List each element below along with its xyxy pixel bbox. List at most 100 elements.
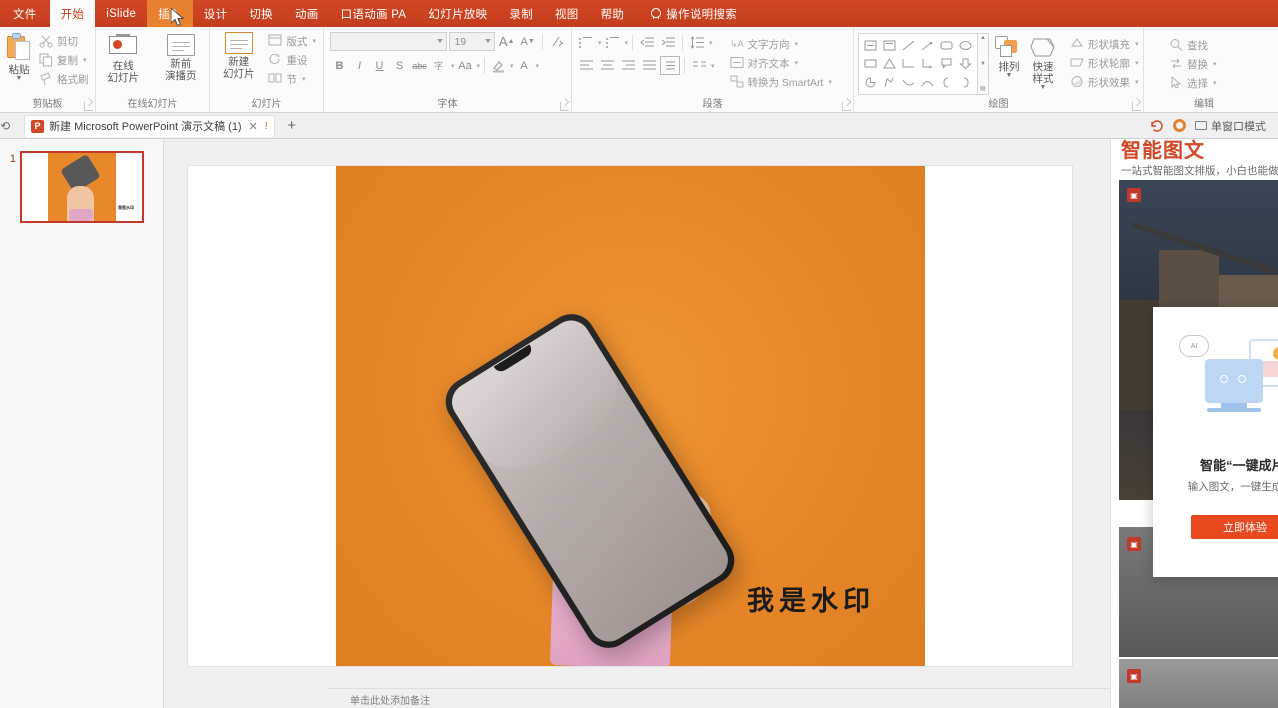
tab-islide[interactable]: iSlide — [95, 0, 147, 27]
text-direction-button[interactable]: ↳A 文字方向 ▾ — [727, 35, 835, 53]
shape-rectangle-icon[interactable] — [937, 36, 956, 55]
shape-elbow-connector-icon[interactable] — [899, 55, 918, 74]
decrease-indent-button[interactable] — [637, 33, 657, 52]
font-color-button[interactable]: A — [515, 56, 534, 75]
ai-video-popup[interactable]: AI 智能“一键成片” 输入图文，一键生成视频 立即体验 — [1153, 307, 1278, 577]
new-slide-button[interactable]: 新建 幻灯片 — [214, 30, 263, 80]
text-highlight-button[interactable] — [489, 56, 508, 75]
shapes-scrollbar[interactable]: ▲ ▼ ▤ — [978, 33, 989, 95]
shapes-more-icon[interactable]: ▤ — [980, 86, 986, 93]
panel-banner-image-3[interactable] — [1119, 659, 1278, 708]
align-text-button[interactable]: 对齐文本 ▾ — [727, 54, 835, 72]
new-tab-button[interactable]: + — [284, 117, 300, 134]
tab-record[interactable]: 录制 — [498, 0, 544, 27]
scroll-down-icon[interactable]: ▼ — [980, 61, 986, 68]
justify-button[interactable] — [639, 56, 659, 75]
slide-thumbnail-pane[interactable]: 1 我是水印 — [0, 139, 164, 708]
close-icon[interactable]: ✕ — [247, 120, 260, 133]
clipboard-dialog-launcher[interactable] — [84, 102, 93, 111]
shape-arc-icon[interactable] — [918, 73, 937, 92]
tab-insert[interactable]: 插入 — [147, 0, 193, 27]
tab-animations[interactable]: 动画 — [284, 0, 330, 27]
cut-button[interactable]: 剪切 — [36, 32, 92, 50]
slide-photo-object[interactable]: 我是水印 — [336, 166, 925, 666]
shape-down-arrow-icon[interactable] — [956, 55, 975, 74]
bold-button[interactable]: B — [330, 56, 349, 75]
tab-help[interactable]: 帮助 — [590, 0, 636, 27]
align-left-button[interactable] — [576, 56, 596, 75]
tell-me-search[interactable]: 操作说明搜索 — [635, 0, 748, 27]
clear-formatting-button[interactable] — [548, 32, 567, 51]
increase-indent-button[interactable] — [658, 33, 678, 52]
single-window-mode-button[interactable]: 单窗口模式 — [1195, 118, 1266, 134]
slide-thumbnail-1[interactable]: 我是水印 — [20, 151, 144, 223]
scroll-up-icon[interactable]: ▲ — [980, 35, 986, 42]
current-slide[interactable]: 我是水印 — [188, 166, 1072, 666]
shape-arrow-icon[interactable] — [918, 36, 937, 55]
new-presentation-page-button[interactable]: 新前 演播页 — [157, 32, 205, 82]
shape-fill-button[interactable]: 形状填充 ▾ — [1067, 35, 1142, 53]
tab-design[interactable]: 设计 — [193, 0, 239, 27]
tab-ai-animation[interactable]: 口语动画 PA — [330, 0, 418, 27]
slide-watermark-text[interactable]: 我是水印 — [747, 579, 875, 618]
paragraph-dialog-launcher[interactable] — [842, 102, 851, 111]
convert-to-smartart-button[interactable]: 转换为 SmartArt ▾ — [727, 73, 835, 91]
italic-button[interactable]: I — [350, 56, 369, 75]
align-right-button[interactable] — [618, 56, 638, 75]
strikethrough-button[interactable]: abc — [410, 56, 429, 75]
quick-styles-button[interactable]: 快速样式 ▼ — [1029, 33, 1057, 91]
document-tab[interactable]: P 新建 Microsoft PowerPoint 演示文稿 (1) ✕ ! — [24, 115, 275, 137]
online-slide-button[interactable]: 在线 幻灯片 — [100, 32, 147, 84]
shape-line-icon[interactable] — [899, 36, 918, 55]
shape-pie-icon[interactable] — [861, 73, 880, 92]
shape-outline-button[interactable]: 形状轮廓 ▾ — [1067, 54, 1142, 72]
increase-font-size-button[interactable]: A▲ — [497, 32, 516, 51]
tab-home[interactable]: 开始 — [50, 0, 96, 27]
slide-thumbnail-row[interactable]: 1 我是水印 — [6, 151, 144, 223]
shape-textbox-icon[interactable] — [861, 36, 880, 55]
shape-freeform-icon[interactable] — [880, 73, 899, 92]
replace-button[interactable]: 替换 ▾ — [1166, 55, 1220, 73]
shape-effects-button[interactable]: 形状效果 ▾ — [1067, 73, 1142, 91]
columns-button[interactable] — [660, 56, 680, 75]
format-painter-button[interactable]: 格式刷 — [36, 70, 92, 88]
drawing-dialog-launcher[interactable] — [1132, 102, 1141, 111]
tab-slideshow[interactable]: 幻灯片放映 — [417, 0, 498, 27]
shape-elbow-arrow-icon[interactable] — [918, 55, 937, 74]
shape-right-brace-icon[interactable] — [956, 73, 975, 92]
line-spacing-button[interactable] — [687, 33, 707, 52]
shapes-grid[interactable] — [858, 33, 978, 95]
numbering-button[interactable] — [603, 33, 623, 52]
tab-file[interactable]: 文件 — [0, 0, 50, 27]
reset-button[interactable]: 重设 — [265, 51, 319, 69]
find-button[interactable]: 查找 — [1166, 36, 1220, 54]
font-name-combo[interactable] — [330, 32, 447, 51]
font-size-combo[interactable]: 19 — [449, 32, 495, 51]
shape-triangle-icon[interactable] — [880, 55, 899, 74]
shapes-gallery[interactable]: ▲ ▼ ▤ — [858, 33, 989, 95]
bullets-button[interactable] — [576, 33, 596, 52]
restore-icon[interactable] — [1150, 119, 1164, 133]
paste-button[interactable]: 粘贴 ▼ — [4, 30, 34, 82]
shape-callout-icon[interactable] — [937, 55, 956, 74]
shape-textbox2-icon[interactable] — [880, 36, 899, 55]
shape-oval-icon[interactable] — [956, 36, 975, 55]
tab-transitions[interactable]: 切换 — [238, 0, 284, 27]
shape-curve-icon[interactable] — [899, 73, 918, 92]
popup-cta-button[interactable]: 立即体验 — [1191, 515, 1278, 539]
character-spacing-button[interactable]: 字 — [430, 56, 449, 75]
ring-icon[interactable] — [1173, 119, 1186, 132]
text-columns-button[interactable] — [689, 56, 709, 75]
change-case-button[interactable]: Aa — [456, 56, 475, 75]
font-dialog-launcher[interactable] — [560, 102, 569, 111]
tab-view[interactable]: 视图 — [544, 0, 590, 27]
decrease-font-size-button[interactable]: A▼ — [518, 32, 537, 51]
history-back-icon[interactable]: ⟲ — [0, 119, 10, 133]
select-button[interactable]: 选择 ▾ — [1166, 74, 1220, 92]
section-button[interactable]: 节 ▾ — [265, 70, 319, 88]
text-shadow-button[interactable]: S — [390, 56, 409, 75]
copy-button[interactable]: 复制 ▾ — [36, 51, 92, 69]
shape-left-brace-icon[interactable] — [937, 73, 956, 92]
shape-square-icon[interactable] — [861, 55, 880, 74]
align-center-button[interactable] — [597, 56, 617, 75]
